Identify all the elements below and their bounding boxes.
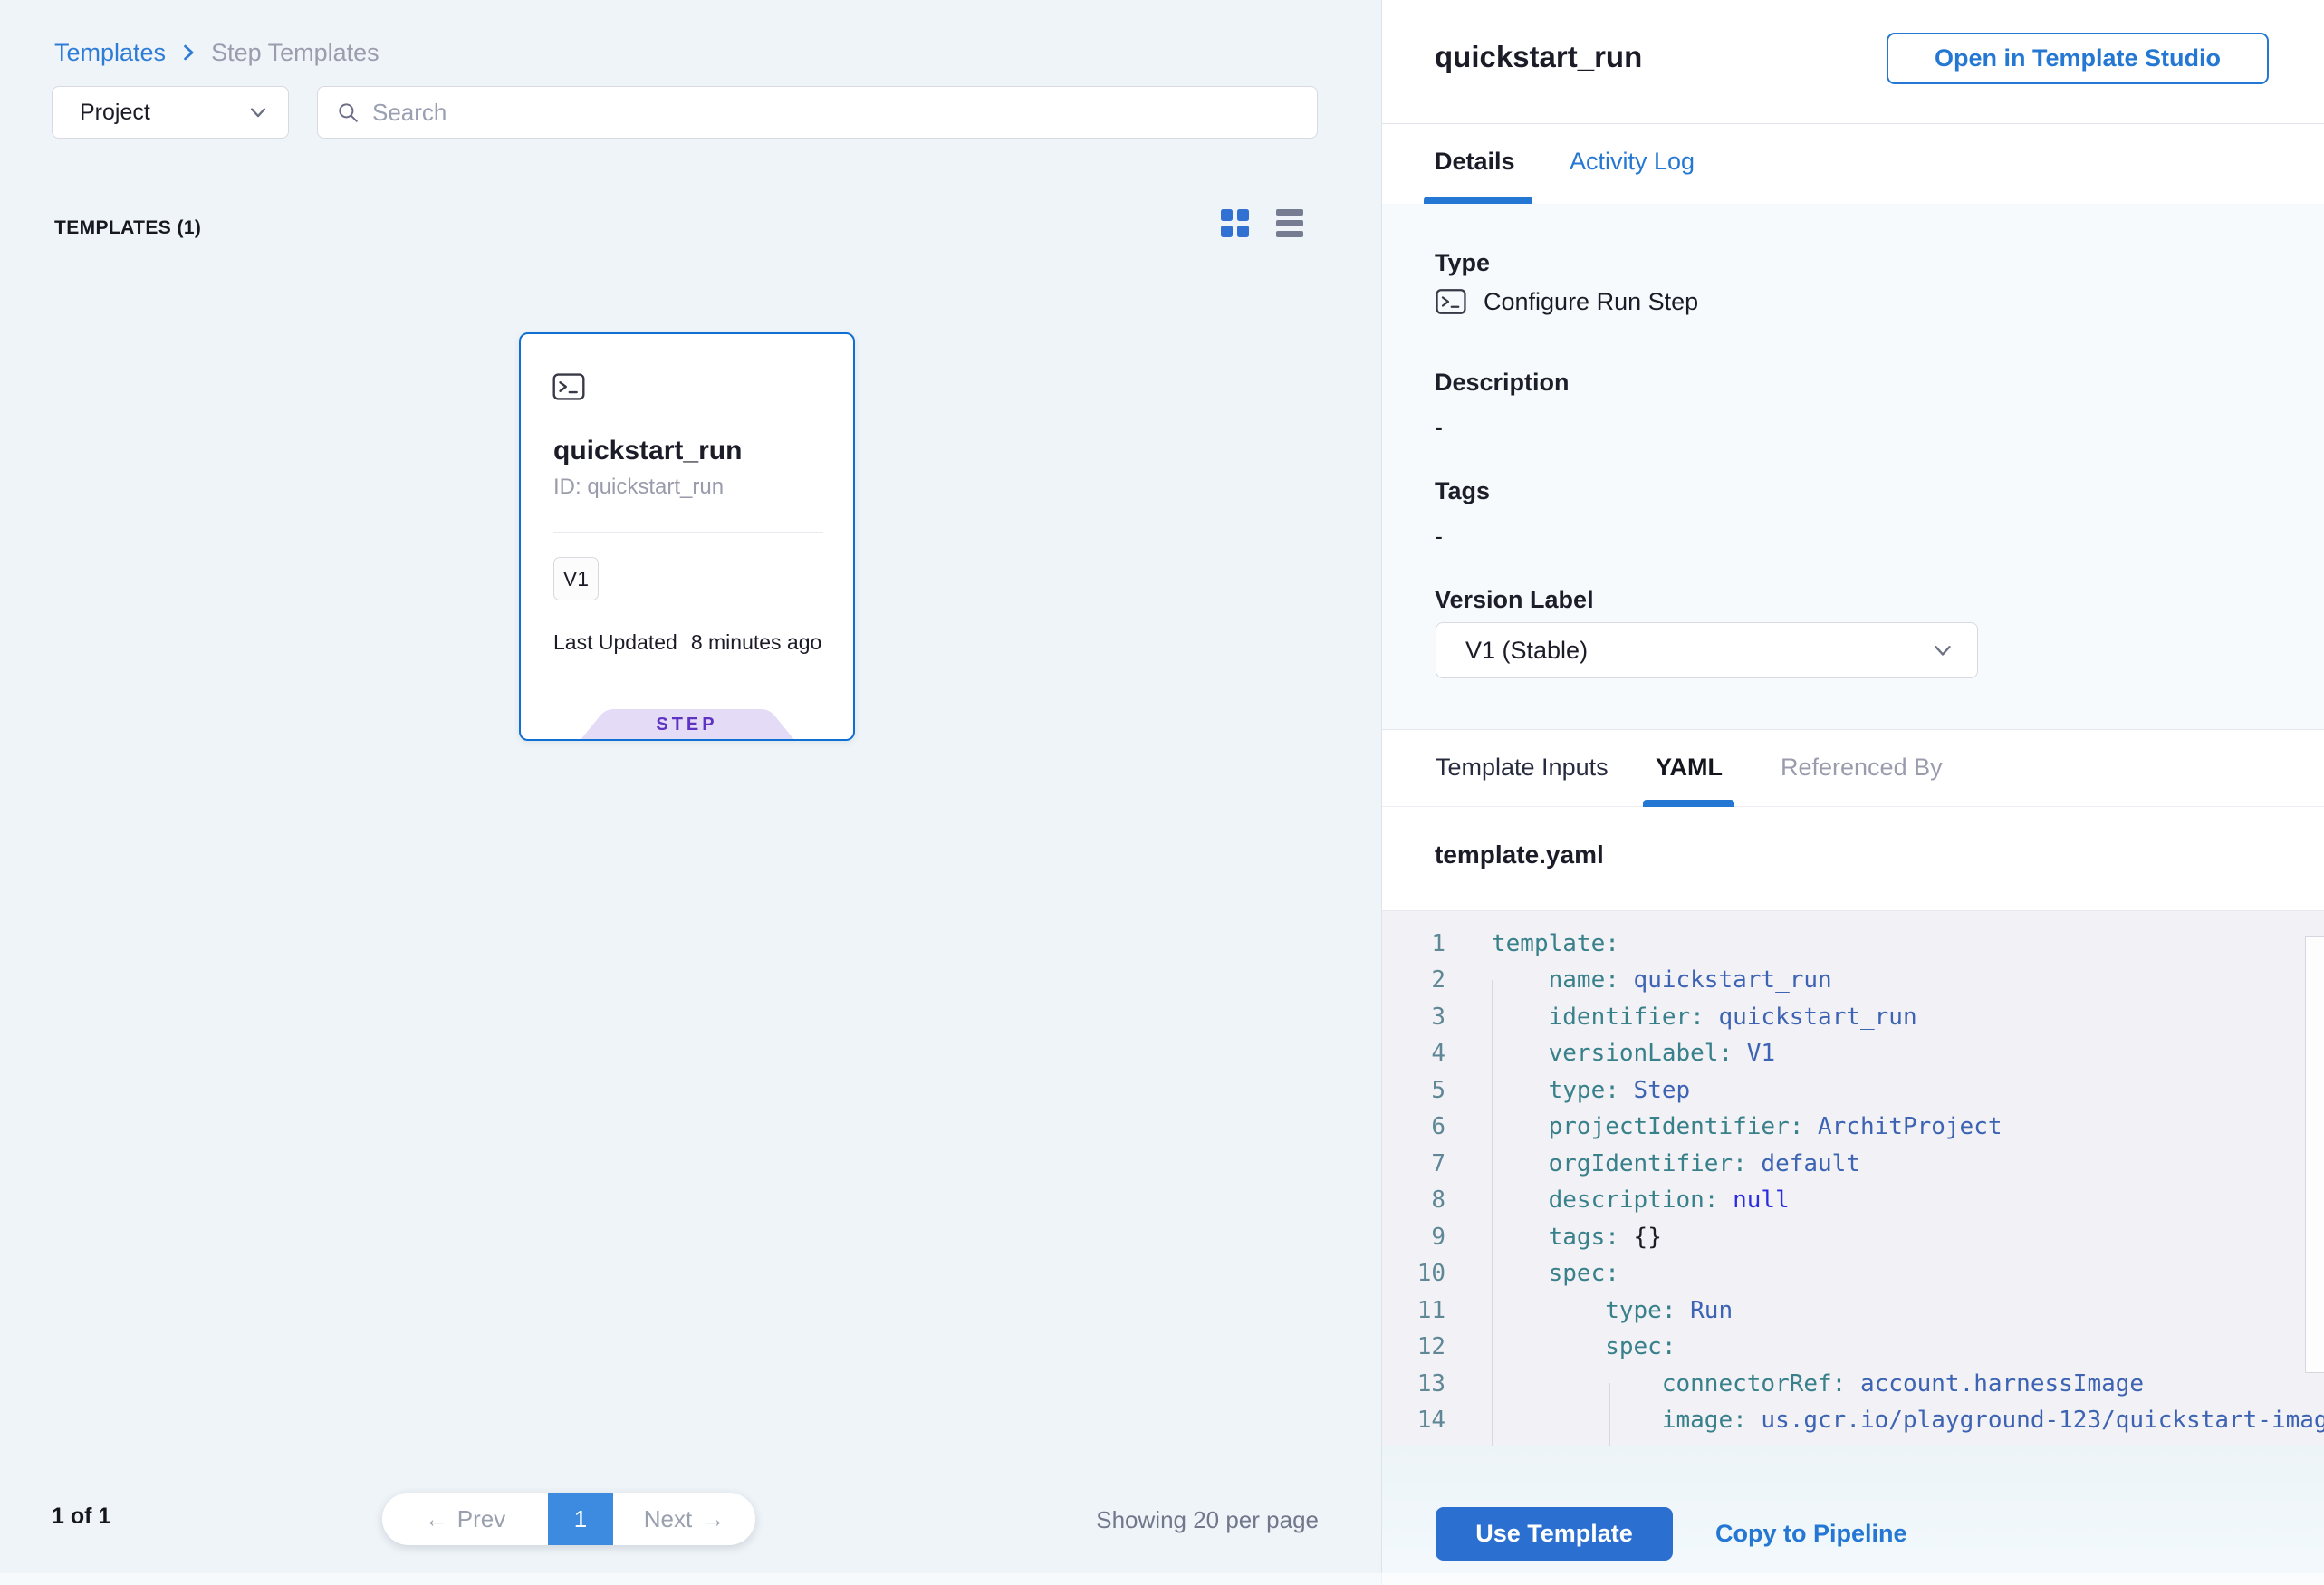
next-label: Next bbox=[644, 1505, 692, 1533]
page-1-button[interactable]: 1 bbox=[548, 1493, 613, 1545]
last-updated-value: 8 minutes ago bbox=[691, 630, 821, 655]
yaml-file-name: template.yaml bbox=[1435, 841, 1604, 869]
breadcrumb-chevron-icon bbox=[178, 43, 198, 62]
yaml-section: Template Inputs YAML Referenced By templ… bbox=[1382, 729, 2324, 910]
pagination: ← Prev 1 Next → bbox=[382, 1493, 755, 1545]
tags-value: - bbox=[1435, 523, 1443, 551]
type-value: Configure Run Step bbox=[1484, 288, 1698, 316]
yaml-subtabs: Template Inputs YAML Referenced By bbox=[1382, 730, 2324, 807]
details-footer: Use Template Copy to Pipeline bbox=[1382, 1446, 2324, 1585]
yaml-line: 13 connectorRef: account.harnessImage bbox=[1382, 1365, 2324, 1402]
subtab-template-inputs[interactable]: Template Inputs bbox=[1436, 754, 1609, 782]
step-type-badge-label: STEP bbox=[580, 715, 795, 735]
scope-select[interactable]: Project bbox=[52, 86, 289, 139]
indent-guide bbox=[1609, 1383, 1610, 1446]
card-version-badge: V1 bbox=[553, 557, 599, 600]
yaml-line: 6 projectIdentifier: ArchitProject bbox=[1382, 1109, 2324, 1146]
search-input[interactable] bbox=[372, 99, 1299, 127]
last-updated-label: Last Updated bbox=[553, 630, 677, 655]
yaml-code-editor[interactable]: 1template:2 name: quickstart_run3 identi… bbox=[1382, 910, 2324, 1446]
description-value: - bbox=[1435, 414, 1443, 442]
card-divider bbox=[553, 532, 823, 533]
templates-count-header: TEMPLATES (1) bbox=[54, 217, 201, 239]
yaml-line: 8 description: null bbox=[1382, 1182, 2324, 1219]
breadcrumb-templates-link[interactable]: Templates bbox=[54, 39, 166, 67]
prev-arrow-icon: ← bbox=[425, 1505, 448, 1533]
tab-details[interactable]: Details bbox=[1435, 148, 1515, 176]
yaml-line: 9 tags: {} bbox=[1382, 1218, 2324, 1255]
breadcrumb: Templates Step Templates bbox=[54, 34, 379, 71]
description-label: Description bbox=[1435, 369, 1570, 397]
chevron-down-icon bbox=[1932, 639, 1954, 661]
version-select[interactable]: V1 (Stable) bbox=[1436, 622, 1978, 678]
yaml-line: 4 versionLabel: V1 bbox=[1382, 1035, 2324, 1072]
breadcrumb-current: Step Templates bbox=[211, 39, 379, 67]
subtab-referenced-by[interactable]: Referenced By bbox=[1781, 754, 1943, 782]
type-label: Type bbox=[1435, 249, 1490, 277]
yaml-line: 3 identifier: quickstart_run bbox=[1382, 998, 2324, 1035]
card-title: quickstart_run bbox=[553, 436, 742, 466]
grid-view-icon[interactable] bbox=[1221, 209, 1249, 237]
chevron-down-icon bbox=[248, 102, 268, 122]
yaml-line: 2 name: quickstart_run bbox=[1382, 962, 2324, 999]
card-last-updated: Last Updated 8 minutes ago bbox=[553, 630, 821, 655]
run-step-terminal-icon bbox=[1435, 285, 1467, 318]
prev-label: Prev bbox=[457, 1505, 505, 1533]
yaml-line: 11 type: Run bbox=[1382, 1292, 2324, 1329]
yaml-line: 12 spec: bbox=[1382, 1329, 2324, 1366]
templates-list-panel: Templates Step Templates Project TEMPLAT… bbox=[0, 0, 1381, 1585]
next-page-button[interactable]: Next → bbox=[613, 1493, 755, 1545]
yaml-line: 7 orgIdentifier: default bbox=[1382, 1145, 2324, 1182]
template-card[interactable]: quickstart_run ID: quickstart_run V1 Las… bbox=[519, 332, 855, 741]
step-type-badge: STEP bbox=[580, 709, 795, 741]
panel-title: quickstart_run bbox=[1435, 40, 1642, 74]
card-identifier: ID: quickstart_run bbox=[553, 475, 724, 500]
copy-to-pipeline-link[interactable]: Copy to Pipeline bbox=[1715, 1520, 1907, 1548]
page-summary: 1 of 1 bbox=[52, 1503, 110, 1530]
bottom-strip bbox=[0, 1573, 2324, 1585]
subtab-yaml[interactable]: YAML bbox=[1656, 754, 1723, 782]
tags-label: Tags bbox=[1435, 477, 1490, 505]
type-value-row: Configure Run Step bbox=[1435, 285, 1698, 318]
search-icon bbox=[336, 101, 360, 124]
template-details-panel: quickstart_run Open in Template Studio D… bbox=[1381, 0, 2324, 1585]
yaml-line: 10 spec: bbox=[1382, 1255, 2324, 1292]
open-template-studio-button[interactable]: Open in Template Studio bbox=[1887, 33, 2269, 84]
indent-guide bbox=[1492, 980, 1493, 1446]
search-box bbox=[317, 86, 1318, 139]
version-select-value: V1 (Stable) bbox=[1465, 637, 1588, 665]
tab-activity-log[interactable]: Activity Log bbox=[1570, 148, 1695, 176]
prev-page-button[interactable]: ← Prev bbox=[382, 1493, 548, 1545]
details-header: quickstart_run Open in Template Studio bbox=[1382, 0, 2324, 124]
active-tab-underline bbox=[1424, 197, 1532, 204]
view-toggles bbox=[1221, 209, 1303, 237]
version-label: Version Label bbox=[1435, 586, 1594, 614]
use-template-button[interactable]: Use Template bbox=[1436, 1507, 1673, 1561]
yaml-line: 5 type: Step bbox=[1382, 1071, 2324, 1109]
run-step-terminal-icon bbox=[552, 370, 586, 404]
scope-select-value: Project bbox=[80, 100, 150, 126]
details-tabs: Details Activity Log bbox=[1382, 124, 2324, 204]
details-body: Type Configure Run Step Description - Ta… bbox=[1382, 204, 2324, 729]
yaml-line: 1template: bbox=[1382, 925, 2324, 962]
list-view-icon[interactable] bbox=[1276, 209, 1303, 237]
active-subtab-underline bbox=[1643, 800, 1734, 807]
editor-scrollbar[interactable] bbox=[2305, 936, 2324, 1373]
page-size-text: Showing 20 per page bbox=[1096, 1506, 1319, 1534]
next-arrow-icon: → bbox=[701, 1505, 725, 1533]
yaml-line: 14 image: us.gcr.io/playground-123/quick… bbox=[1382, 1402, 2324, 1439]
